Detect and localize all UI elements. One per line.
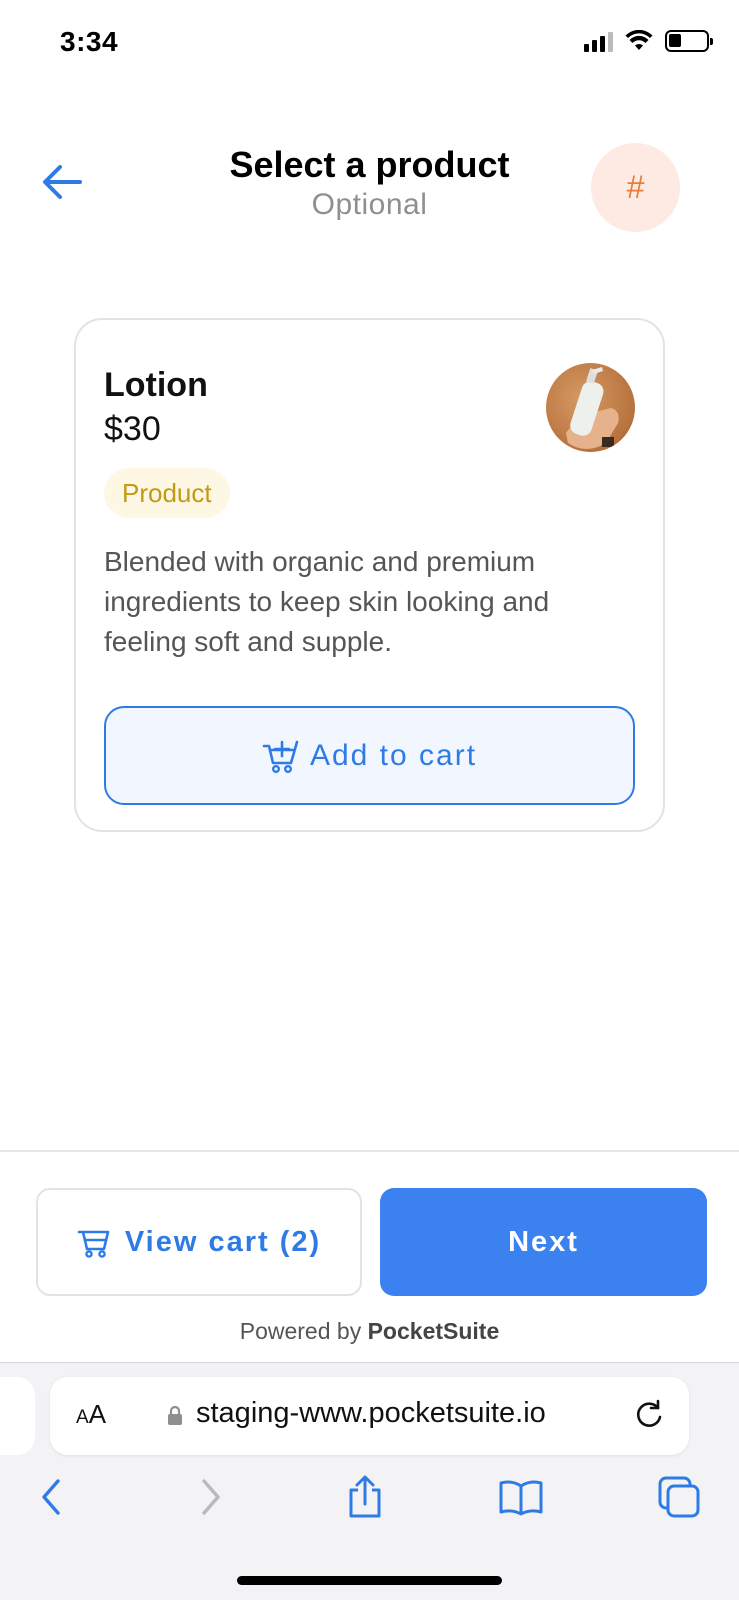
lock-icon [168,1405,182,1425]
header: Select a product Optional # [0,130,739,240]
product-type-badge: Product [104,468,230,518]
powered-by-brand[interactable]: PocketSuite [368,1318,500,1344]
cellular-signal-icon [584,30,613,52]
product-price: $30 [104,410,161,448]
view-cart-button[interactable]: View cart (2) [36,1188,362,1296]
view-cart-label: View cart (2) [124,1225,322,1258]
cart-icon [77,1230,110,1258]
browser-toolbar [0,1473,739,1543]
cart-plus-icon [262,740,299,773]
product-card: Lotion $30 Product Blended with organic … [74,318,665,832]
lotion-bottle-image [566,367,619,449]
previous-tab-stub[interactable] [0,1377,35,1455]
bookmarks-button[interactable] [497,1473,545,1521]
chevron-left-icon [42,1479,60,1515]
nav-back-button[interactable] [27,1473,75,1521]
add-to-cart-label: Add to cart [309,738,478,772]
product-description: Blended with organic and premium ingredi… [104,546,550,657]
status-time: 3:34 [60,26,119,57]
footer-divider [0,1150,739,1152]
nav-forward-button[interactable] [187,1473,235,1521]
url-text[interactable]: staging-www.pocketsuite.io [196,1397,546,1430]
product-image [546,363,635,452]
home-indicator [237,1576,502,1585]
battery-icon [665,30,713,52]
status-bar: 3:34 [0,0,739,90]
text-size-button[interactable]: AA [76,1399,106,1430]
next-button[interactable]: Next [380,1188,707,1296]
chevron-right-icon [202,1479,220,1515]
powered-by: Powered by PocketSuite [0,1318,739,1345]
tabs-icon [658,1476,700,1518]
address-bar[interactable]: AA staging-www.pocketsuite.io [50,1377,689,1455]
tabs-button[interactable] [655,1473,703,1521]
status-icons [584,30,713,52]
share-button[interactable] [341,1473,389,1521]
browser-chrome: AA staging-www.pocketsuite.io [0,1362,739,1600]
book-icon [499,1480,543,1516]
product-name: Lotion [104,366,208,404]
powered-by-prefix: Powered by [239,1318,362,1344]
hash-button[interactable]: # [591,143,680,232]
share-icon [349,1475,381,1518]
add-to-cart-button[interactable]: Add to cart [104,706,635,805]
reload-icon[interactable] [631,1397,667,1433]
wifi-icon [625,30,653,50]
